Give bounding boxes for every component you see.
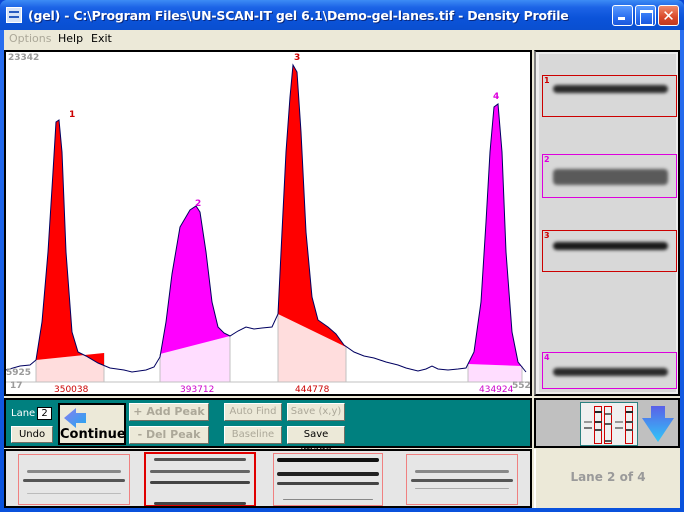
gel-thumbnail[interactable] (580, 402, 638, 446)
band (553, 368, 668, 376)
y-max-label: 23342 (8, 53, 40, 63)
del-peak-button[interactable]: - Del Peak (129, 426, 209, 444)
app-window: (gel) - C:\Program Files\UN-SCAN-IT gel … (0, 0, 684, 512)
lane-image: 1 2 3 4 (539, 54, 677, 392)
app-icon[interactable] (6, 7, 22, 23)
band (553, 85, 668, 93)
minimize-icon (613, 6, 632, 25)
band-number: 2 (544, 155, 550, 164)
x-min-label: 17 (10, 381, 23, 391)
lane-status-panel: Lane 2 of 4 (534, 449, 680, 508)
lane-box-3[interactable] (272, 453, 384, 506)
menu-exit[interactable]: Exit (91, 32, 112, 45)
continue-button[interactable]: Continue (58, 403, 126, 445)
density-profile-line (6, 63, 527, 373)
peak-label-1: 1 (69, 110, 76, 120)
left-arrow-icon (64, 408, 86, 428)
peak-fill-1[interactable] (36, 120, 104, 366)
minimize-button[interactable] (612, 5, 633, 26)
band-box-3[interactable]: 3 (542, 230, 677, 272)
undo-button[interactable]: Undo (11, 426, 53, 443)
band (553, 169, 668, 185)
baseline-button[interactable]: Baseline (224, 426, 282, 444)
close-icon: ✕ (662, 7, 675, 25)
peak-fill-2[interactable] (160, 206, 230, 357)
x-max-label: 552 (512, 381, 531, 391)
y-min-label: 5925 (6, 368, 32, 378)
maximize-button[interactable] (635, 5, 656, 26)
band-box-4[interactable]: 4 (542, 352, 677, 389)
next-lane-arrow-icon[interactable] (642, 406, 674, 442)
control-panel: Lane 2 Undo Continue + Add Peak - Del Pe… (4, 398, 532, 456)
density-profile-plot[interactable]: 23342 5925 17 552 1 2 3 4 350038 393712 … (4, 50, 532, 396)
add-peak-button[interactable]: + Add Peak (129, 403, 209, 421)
band (553, 242, 668, 250)
title-bar[interactable]: (gel) - C:\Program Files\UN-SCAN-IT gel … (0, 0, 684, 30)
lane-status-text: Lane 2 of 4 (570, 470, 646, 484)
client-area: 23342 5925 17 552 1 2 3 4 350038 393712 … (4, 48, 680, 508)
band-box-2[interactable]: 2 (542, 154, 677, 198)
peak-label-2: 2 (195, 199, 202, 209)
lane-box-2[interactable] (144, 452, 256, 506)
band-number: 4 (544, 353, 550, 362)
band-number: 1 (544, 76, 550, 85)
band-view-panel: 1 2 3 4 (534, 50, 680, 396)
peak-area-2: 393712 (180, 385, 215, 395)
continue-label: Continue (60, 427, 126, 442)
peak-fill-3[interactable] (278, 65, 346, 347)
band-number: 3 (544, 231, 550, 240)
menu-bar: Options Help Exit (4, 30, 680, 48)
peak-area-3: 444778 (295, 385, 330, 395)
peak-baseline-region-4 (468, 364, 522, 382)
lane-number-field[interactable]: 2 (37, 407, 52, 420)
thumb-lane-box (604, 406, 612, 444)
window-title: (gel) - C:\Program Files\UN-SCAN-IT gel … (28, 8, 569, 23)
save-xy-button[interactable]: Save (x,y) (287, 403, 345, 421)
lane-label: Lane (11, 408, 36, 419)
maximize-icon (636, 6, 655, 25)
gel-thumbnail-panel (534, 398, 680, 448)
menu-help[interactable]: Help (58, 32, 83, 45)
peak-fill-4[interactable] (468, 104, 522, 367)
lane-strip (4, 449, 532, 508)
band-box-1[interactable]: 1 (542, 75, 677, 117)
close-button[interactable]: ✕ (658, 5, 679, 26)
peak-area-1: 350038 (54, 385, 89, 395)
menu-options[interactable]: Options (9, 32, 51, 45)
peak-label-3: 3 (294, 53, 301, 63)
auto-find-button[interactable]: Auto Find (224, 403, 282, 421)
density-profile-svg (6, 63, 530, 383)
peak-area-4: 434924 (479, 385, 514, 395)
save-image-button[interactable]: Save Image (287, 426, 345, 456)
lane-box-4[interactable] (406, 454, 518, 505)
peak-label-4: 4 (493, 92, 500, 102)
lane-box-1[interactable] (18, 454, 130, 505)
